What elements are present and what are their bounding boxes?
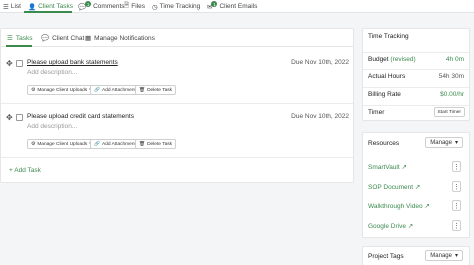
delete-task-button[interactable]: 🗑 Delete Task bbox=[135, 85, 177, 95]
billing-rate-row: Billing Rate $0.00/hr bbox=[363, 87, 469, 100]
chat-icon: 💬 bbox=[41, 35, 50, 42]
resource-menu-button[interactable]: ⋮ bbox=[452, 161, 461, 172]
resources-manage-button[interactable]: Manage ▾ bbox=[425, 137, 463, 148]
resource-link-smartvault[interactable]: SmartVault ↗ bbox=[368, 163, 407, 171]
resource-link-walkthrough-video[interactable]: Walkthrough Video ↗ bbox=[368, 202, 430, 210]
resource-menu-button[interactable]: ⋮ bbox=[452, 181, 461, 192]
resources-panel: Resources Manage ▾ SmartVault ↗ ⋮ SOP Do… bbox=[362, 132, 470, 238]
project-tags-manage-button[interactable]: Manage ▾ bbox=[425, 250, 463, 261]
actual-hours-label: Actual Hours bbox=[368, 73, 406, 80]
trash-icon: 🗑 bbox=[139, 87, 146, 93]
project-tags-title: Project Tags bbox=[368, 253, 404, 260]
task-row: ✥ Please upload bank statements Add desc… bbox=[1, 56, 353, 104]
delete-task-button[interactable]: 🗑 Delete Task bbox=[135, 139, 177, 149]
subtab-client-chat[interactable]: 💬 Client Chat bbox=[41, 33, 84, 43]
resource-menu-button[interactable]: ⋮ bbox=[452, 220, 461, 231]
task-description-input[interactable]: Add description... bbox=[27, 123, 77, 130]
actual-hours-row: Actual Hours 54h 30m bbox=[363, 69, 469, 82]
drag-handle-icon[interactable]: ✥ bbox=[6, 59, 13, 68]
tab-list[interactable]: ☰ List bbox=[3, 1, 21, 12]
external-link-icon: ↗ bbox=[424, 203, 430, 210]
add-attachment-button[interactable]: 🔗 Add Attachment bbox=[90, 139, 140, 149]
task-due-date: Due Nov 10th, 2022 bbox=[291, 59, 349, 66]
paperclip-icon: 🔗 bbox=[94, 87, 100, 93]
subtabs: ☰ Tasks 💬 Client Chat ▦ Manage Notificat… bbox=[1, 29, 353, 47]
emails-badge: 1 bbox=[211, 1, 218, 7]
add-task-link[interactable]: + Add Task bbox=[9, 167, 41, 174]
manage-client-uploads-button[interactable]: ⚙ Manage Client Uploads ▾ bbox=[27, 85, 96, 95]
paperclip-icon: 🔗 bbox=[94, 141, 100, 147]
task-title[interactable]: Please upload credit card statements bbox=[27, 113, 134, 120]
trash-icon: 🗑 bbox=[139, 141, 146, 147]
task-title[interactable]: Please upload bank statements bbox=[27, 59, 118, 66]
active-subtab-underline bbox=[6, 45, 32, 47]
subtab-tasks[interactable]: ☰ Tasks bbox=[7, 33, 32, 43]
tab-files[interactable]: 🗎 Files bbox=[124, 1, 145, 12]
resource-link-sop-document[interactable]: SOP Document ↗ bbox=[368, 183, 420, 191]
manage-client-uploads-button[interactable]: ⚙ Manage Client Uploads ▾ bbox=[27, 139, 96, 149]
clock-icon: ◷ bbox=[152, 3, 158, 11]
time-tracking-panel: Time Tracking Budget (revised) 4h 0m Act… bbox=[362, 28, 470, 121]
comments-badge: 1 bbox=[85, 1, 92, 7]
list-icon: ☰ bbox=[3, 3, 9, 11]
tasks-panel: ☰ Tasks 💬 Client Chat ▦ Manage Notificat… bbox=[0, 28, 354, 183]
project-tags-panel: Project Tags Manage ▾ bbox=[362, 246, 470, 265]
tab-time-tracking[interactable]: ◷ Time Tracking bbox=[152, 1, 200, 12]
calendar-icon: ▦ bbox=[85, 35, 92, 42]
task-checkbox[interactable] bbox=[16, 114, 23, 121]
tab-client-emails[interactable]: ✉ 1 Client Emails bbox=[207, 1, 257, 12]
task-description-input[interactable]: Add description... bbox=[27, 69, 77, 76]
timer-label: Timer bbox=[368, 109, 385, 116]
tab-comments[interactable]: 💬 1 Comments bbox=[78, 1, 125, 12]
drag-handle-icon[interactable]: ✥ bbox=[6, 113, 13, 122]
billing-rate-value[interactable]: $0.00/hr bbox=[440, 91, 464, 98]
budget-label: Budget bbox=[368, 56, 389, 63]
chevron-down-icon: ▾ bbox=[454, 140, 458, 146]
gear-icon: ⚙ bbox=[31, 87, 36, 93]
actual-hours-value: 54h 30m bbox=[438, 73, 464, 80]
resource-link-google-drive[interactable]: Google Drive ↗ bbox=[368, 222, 413, 230]
resource-menu-button[interactable]: ⋮ bbox=[452, 200, 461, 211]
timer-row: Timer Start Timer bbox=[363, 105, 469, 118]
task-checkbox[interactable] bbox=[16, 60, 23, 67]
task-row: ✥ Please upload credit card statements A… bbox=[1, 110, 353, 158]
resources-title: Resources bbox=[368, 140, 400, 147]
top-nav: ☰ List 👤 Client Tasks 💬 1 Comments 🗎 Fil… bbox=[0, 0, 474, 13]
external-link-icon: ↗ bbox=[401, 164, 407, 171]
subtab-manage-notifications[interactable]: ▦ Manage Notifications bbox=[85, 33, 155, 43]
person-icon: 👤 bbox=[28, 3, 37, 11]
billing-rate-label: Billing Rate bbox=[368, 91, 401, 98]
budget-revised-label: (revised) bbox=[390, 56, 416, 63]
active-tab-underline bbox=[24, 11, 72, 13]
time-tracking-title: Time Tracking bbox=[368, 33, 409, 40]
budget-value[interactable]: 4h 0m bbox=[446, 56, 464, 63]
chevron-down-icon: ▾ bbox=[454, 253, 458, 259]
external-link-icon: ↗ bbox=[407, 223, 414, 230]
budget-row: Budget (revised) 4h 0m bbox=[363, 52, 469, 65]
add-attachment-button[interactable]: 🔗 Add Attachment bbox=[90, 85, 140, 95]
gear-icon: ⚙ bbox=[31, 141, 36, 147]
task-due-date: Due Nov 10th, 2022 bbox=[291, 113, 349, 120]
external-link-icon: ↗ bbox=[414, 184, 421, 191]
list-icon: ☰ bbox=[7, 35, 13, 42]
start-timer-button[interactable]: Start Timer bbox=[433, 107, 465, 117]
file-icon: 🗎 bbox=[124, 2, 130, 9]
